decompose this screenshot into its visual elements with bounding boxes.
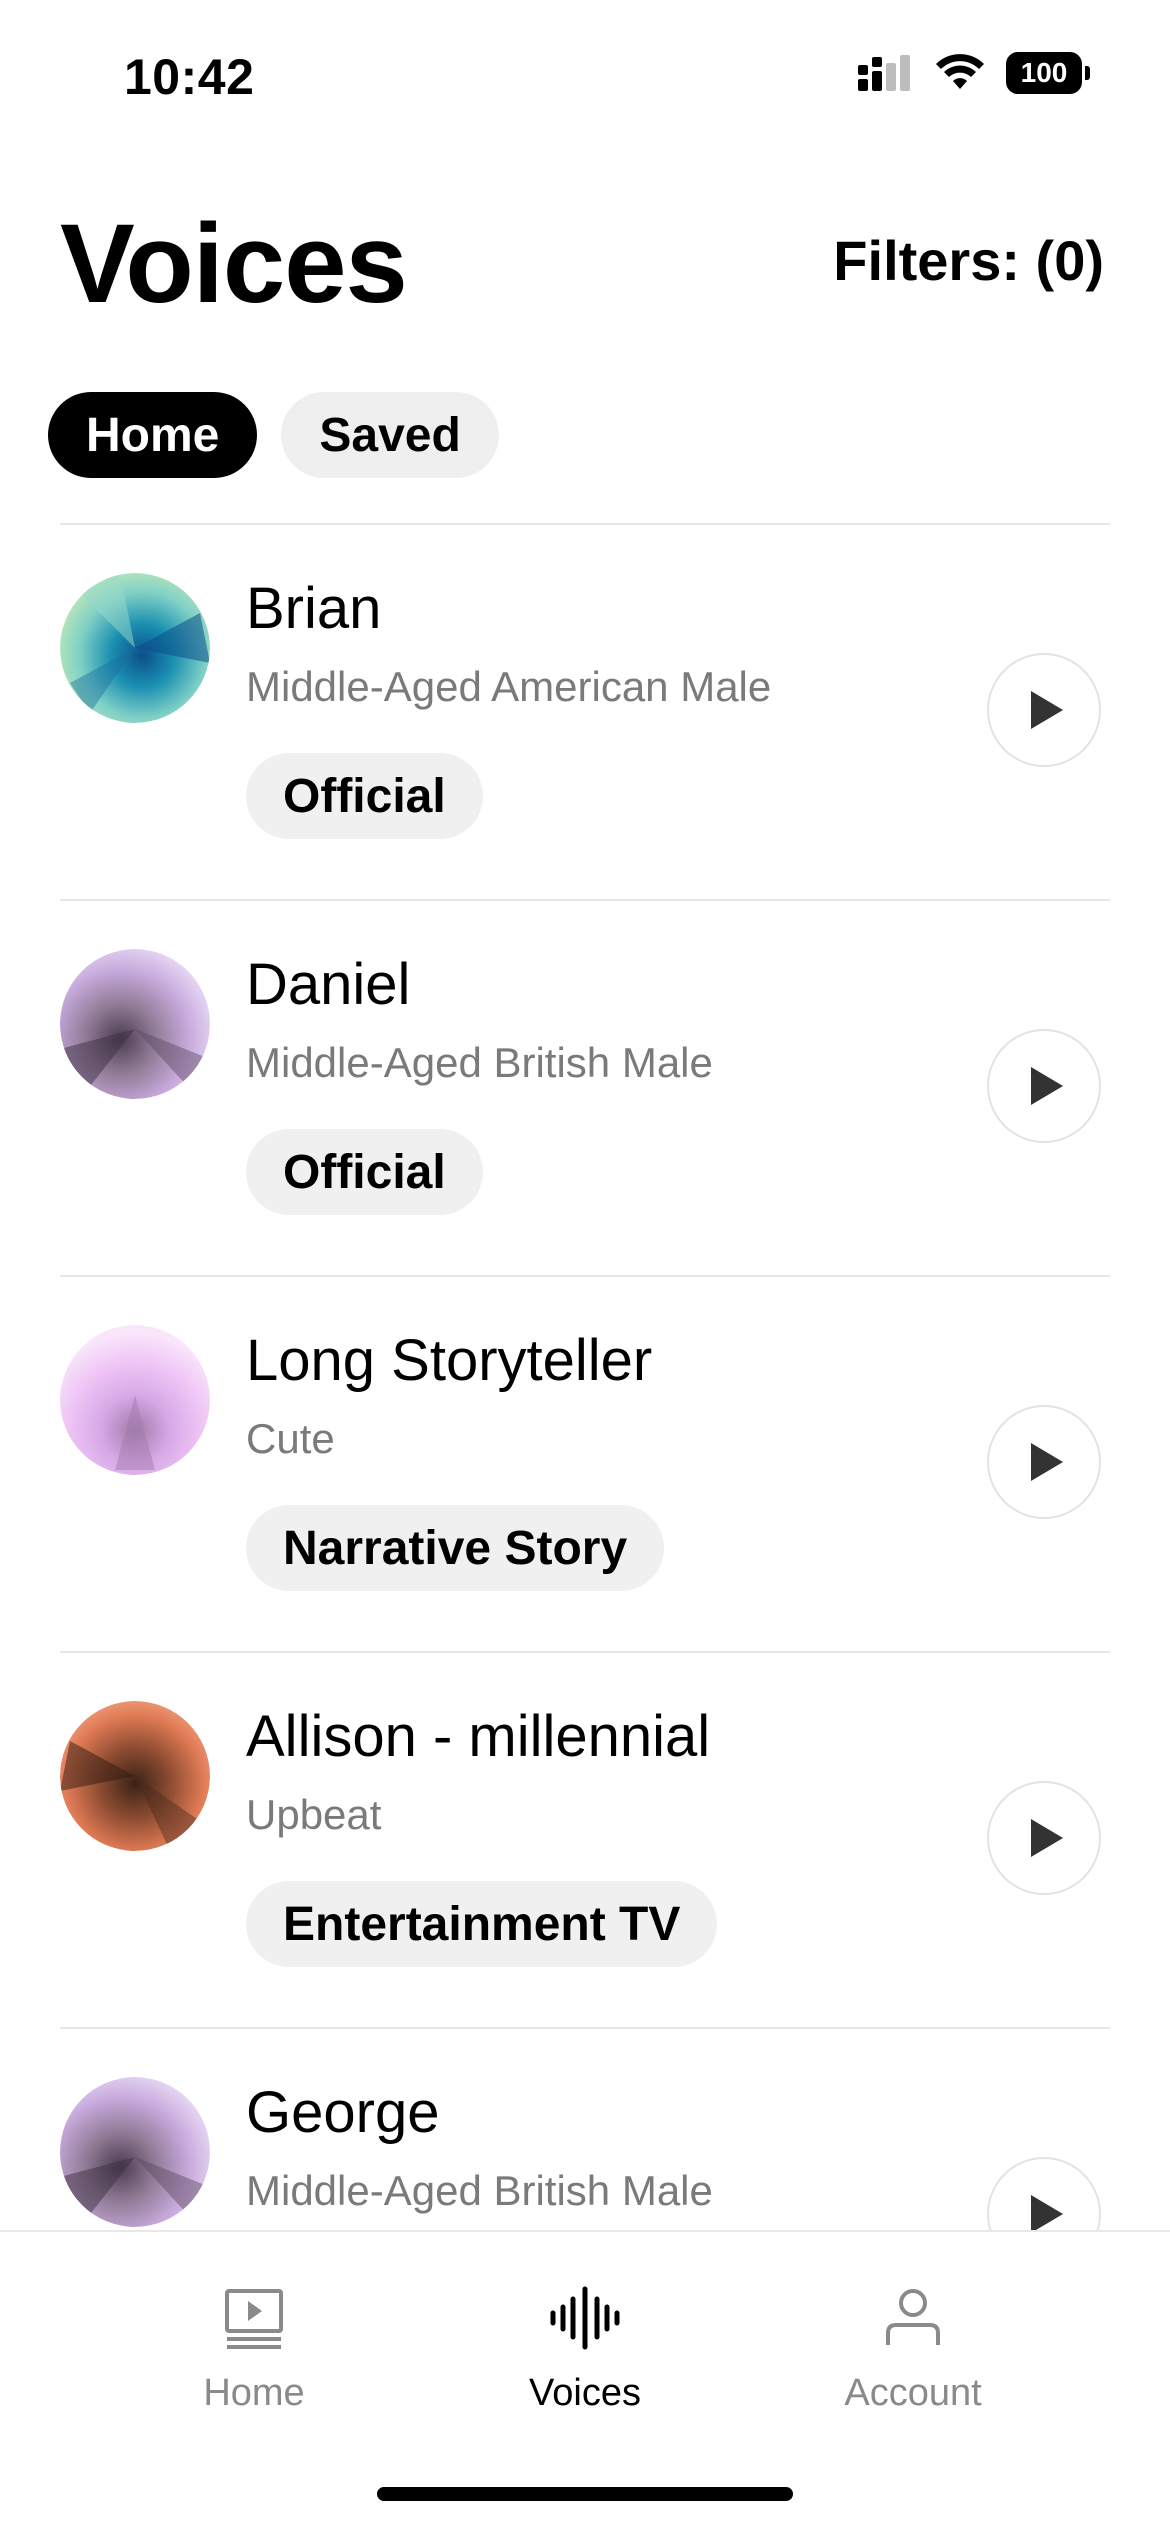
voice-description: Middle-Aged American Male [246, 663, 772, 710]
voice-avatar [60, 949, 210, 1099]
wifi-icon [936, 54, 984, 89]
person-icon [877, 2282, 949, 2354]
voice-tag: Narrative Story [246, 1505, 665, 1591]
voice-name: Allison - millennial [246, 1704, 711, 1769]
signal-icon [858, 55, 910, 91]
voice-item[interactable]: Daniel Middle-Aged British Male Official [0, 901, 1170, 1277]
voice-item[interactable]: George Middle-Aged British Male [0, 2029, 1170, 2230]
waveform-icon [549, 2282, 621, 2354]
tab-saved[interactable]: Saved [281, 392, 499, 478]
play-button[interactable] [987, 653, 1101, 767]
voice-description: Middle-Aged British Male [246, 2167, 713, 2214]
tabbar-label: Home [203, 2372, 305, 2414]
status-bar: 10:42 100 [0, 0, 1170, 150]
voice-avatar [60, 573, 210, 723]
tabbar-item-voices[interactable]: Voices [465, 2282, 705, 2415]
voice-tag: Official [246, 753, 483, 839]
voice-description: Cute [246, 1415, 335, 1462]
play-icon [1031, 1819, 1063, 1857]
play-button[interactable] [987, 1405, 1101, 1519]
voice-name: Daniel [246, 952, 411, 1017]
status-time: 10:42 [124, 49, 255, 105]
video-icon [218, 2282, 290, 2354]
voice-name: George [246, 2080, 440, 2145]
tabbar-item-home[interactable]: Home [134, 2282, 374, 2415]
voice-avatar [60, 1325, 210, 1475]
voice-tag: Official [246, 1129, 483, 1215]
voice-item[interactable]: Allison - millennial Upbeat Entertainmen… [0, 1653, 1170, 2029]
battery-level: 100 [1006, 52, 1082, 94]
battery-nub [1085, 66, 1090, 80]
voice-avatar [60, 2077, 210, 2227]
filters-button[interactable]: Filters: (0) [833, 228, 1104, 293]
play-icon [1031, 691, 1063, 729]
segment-tabs: Home Saved [48, 392, 499, 478]
play-button[interactable] [987, 1781, 1101, 1895]
voice-item[interactable]: Long Storyteller Cute Narrative Story [0, 1277, 1170, 1653]
voice-description: Upbeat [246, 1791, 382, 1838]
play-icon [1031, 2195, 1063, 2230]
status-icons: 100 [856, 52, 1090, 94]
play-icon [1031, 1067, 1063, 1105]
play-icon [1031, 1443, 1063, 1481]
voice-tag: Entertainment TV [246, 1881, 718, 1967]
header: Voices Filters: (0) [0, 190, 1170, 340]
voice-description: Middle-Aged British Male [246, 1039, 713, 1086]
voice-name: Long Storyteller [246, 1328, 653, 1393]
page-title: Voices [60, 201, 408, 326]
voice-name: Brian [246, 576, 382, 641]
tab-home[interactable]: Home [48, 392, 258, 478]
play-button[interactable] [987, 2157, 1101, 2230]
voice-list: Brian Middle-Aged American Male Official… [0, 525, 1170, 2230]
tabbar-label: Voices [529, 2372, 641, 2414]
voice-avatar [60, 1701, 210, 1851]
battery-icon: 100 [1006, 52, 1090, 94]
tabbar-item-account[interactable]: Account [793, 2282, 1033, 2415]
play-button[interactable] [987, 1029, 1101, 1143]
home-indicator[interactable] [377, 2487, 793, 2501]
voice-item[interactable]: Brian Middle-Aged American Male Official [0, 525, 1170, 901]
tabbar-label: Account [844, 2372, 982, 2414]
